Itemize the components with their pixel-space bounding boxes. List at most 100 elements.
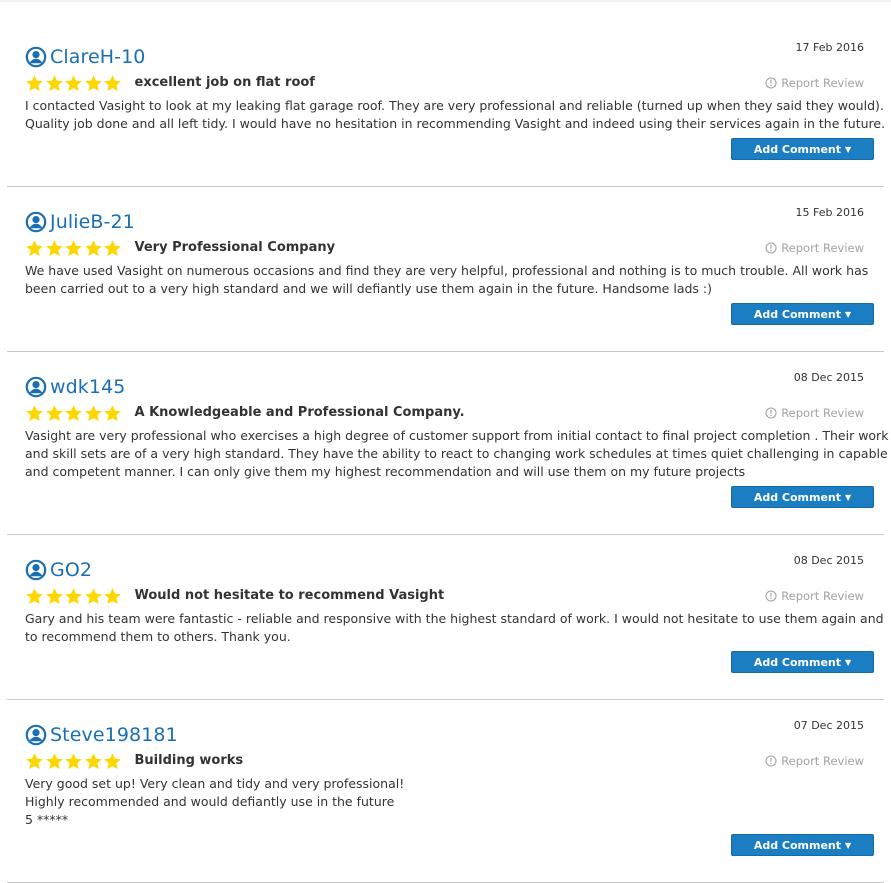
star-icon [103,404,122,423]
user-icon [25,46,47,68]
reviewer-name[interactable]: JulieB-21 [50,210,135,234]
caret-down-icon: ▼ [845,309,852,319]
star-icon [84,239,103,258]
add-comment-button[interactable]: Add Comment ▼ [731,651,874,673]
review-title: Building works [134,753,244,768]
review-date: 07 Dec 2015 [793,719,864,732]
review-divider [7,186,884,187]
review-date: 08 Dec 2015 [793,371,864,384]
add-comment-label: Add Comment [753,142,842,156]
star-icon [45,752,64,771]
review-body-line: I contacted Vasight to look at my leakin… [25,98,884,113]
review-body-line: Quality job done and all left tidy. I wo… [25,116,886,131]
report-review-link[interactable]: Report Review [765,240,864,256]
report-review-label: Report Review [781,76,864,90]
review-body-line: Highly recommended and would defiantly u… [25,794,395,809]
review-item: ClareH-10 17 Feb 2016 excellent job on fla… [0,41,891,185]
star-rating [25,239,123,258]
review-author[interactable]: Steve198181 [25,723,178,747]
review-title: Very Professional Company [134,240,336,255]
reviewer-name[interactable]: ClareH-10 [50,45,146,69]
add-comment-button[interactable]: Add Comment ▼ [731,486,874,508]
review-title: Would not hesitate to recommend Vasight [134,588,445,603]
warning-icon [765,77,777,89]
review-body: Gary and his team were fantastic - relia… [25,610,884,646]
review-body-line: been carried out to a very high standard… [25,281,712,296]
report-review-link[interactable]: Report Review [765,405,864,421]
star-icon [64,752,83,771]
star-rating [25,404,123,423]
caret-down-icon: ▼ [845,492,852,502]
report-review-link[interactable]: Report Review [765,753,864,769]
star-icon [64,587,83,606]
report-review-label: Report Review [781,241,864,255]
review-body: We have used Vasight on numerous occasio… [25,262,870,298]
review-author[interactable]: ClareH-10 [25,45,146,69]
review-item: JulieB-21 15 Feb 2016 Very Professional Co… [0,206,891,350]
caret-down-icon: ▼ [845,840,852,850]
rating-row: Would not hesitate to recommend Vasight [25,584,444,608]
review-author[interactable]: GO2 [25,558,92,582]
user-icon [25,724,47,746]
star-icon [103,587,122,606]
star-icon [45,404,64,423]
review-date: 08 Dec 2015 [793,554,864,567]
review-body-line: and skill sets are of a very high standa… [25,446,888,461]
caret-down-icon: ▼ [845,657,852,667]
warning-icon [765,407,777,419]
review-body: Very good set up! Very clean and tidy an… [25,775,870,829]
add-comment-button[interactable]: Add Comment ▼ [731,303,874,325]
add-comment-button[interactable]: Add Comment ▼ [731,834,874,856]
review-body-line: 5 ***** [25,812,69,827]
add-comment-label: Add Comment [753,490,842,504]
report-review-label: Report Review [781,589,864,603]
report-review-link[interactable]: Report Review [765,588,864,604]
rating-row: excellent job on flat roof [25,71,315,95]
star-icon [45,239,64,258]
warning-icon [765,242,777,254]
star-icon [64,239,83,258]
rating-row: Building works [25,749,243,773]
top-divider [0,0,891,2]
reviewer-name[interactable]: wdk145 [50,375,125,399]
reviewer-name[interactable]: GO2 [50,558,92,582]
review-body-line: and competent manner. I can only give th… [25,464,746,479]
star-icon [25,752,44,771]
rating-row: A Knowledgeable and Professional Company… [25,401,465,425]
star-icon [84,587,103,606]
star-rating [25,587,123,606]
star-icon [64,74,83,93]
review-body: I contacted Vasight to look at my leakin… [25,97,886,133]
star-icon [103,752,122,771]
star-rating [25,74,123,93]
review-date: 17 Feb 2016 [795,41,864,54]
report-review-label: Report Review [781,754,864,768]
star-icon [45,74,64,93]
user-icon [25,376,47,398]
review-title: excellent job on flat roof [134,75,315,90]
add-comment-label: Add Comment [753,838,842,852]
review-divider [7,699,884,700]
star-icon [25,74,44,93]
user-icon [25,559,47,581]
report-review-link[interactable]: Report Review [765,75,864,91]
review-body: Vasight are very professional who exerci… [25,427,888,481]
add-comment-label: Add Comment [753,655,842,669]
add-comment-button[interactable]: Add Comment ▼ [731,138,874,160]
caret-down-icon: ▼ [845,144,852,154]
warning-icon [765,590,777,602]
add-comment-label: Add Comment [753,307,842,321]
review-body-line: Gary and his team were fantastic - relia… [25,611,884,626]
star-icon [84,404,103,423]
review-title: A Knowledgeable and Professional Company… [134,405,465,420]
review-author[interactable]: wdk145 [25,375,125,399]
star-icon [25,239,44,258]
review-author[interactable]: JulieB-21 [25,210,135,234]
report-review-label: Report Review [781,406,864,420]
review-item: Steve198181 07 Dec 2015 Building works Repo… [0,719,891,863]
review-divider [7,351,884,352]
review-date: 15 Feb 2016 [795,206,864,219]
star-icon [103,239,122,258]
reviewer-name[interactable]: Steve198181 [50,723,178,747]
review-divider [7,534,884,535]
